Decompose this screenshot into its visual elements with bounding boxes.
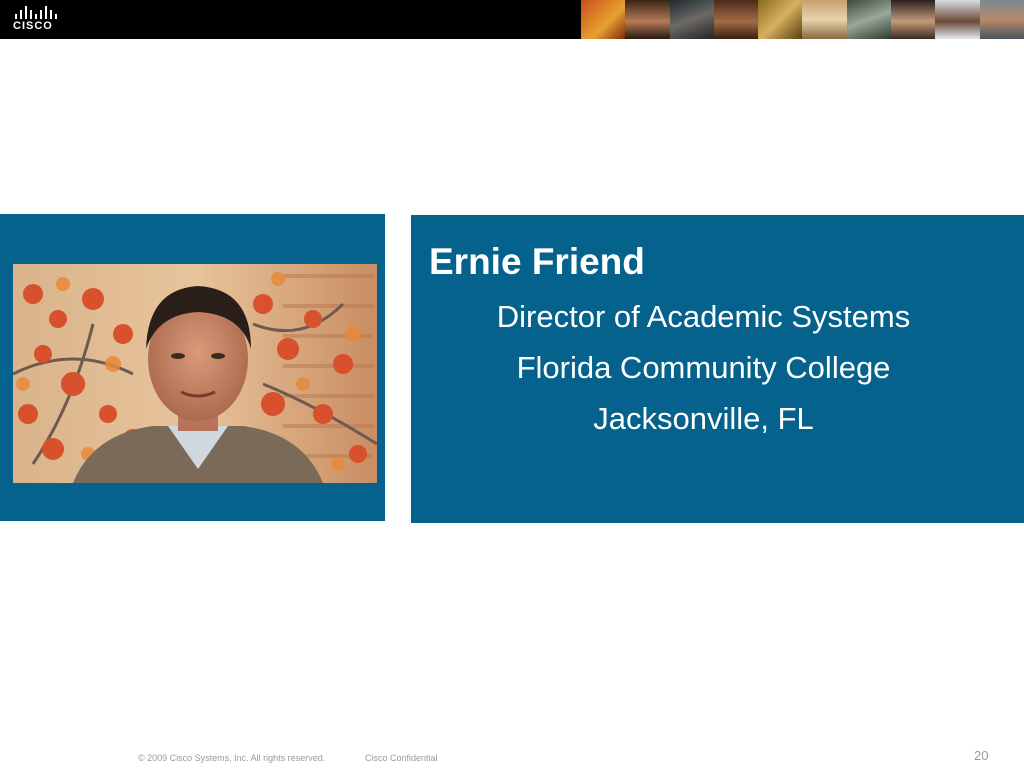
portrait-photo — [13, 264, 377, 483]
strip-photo-4 — [713, 0, 759, 39]
strip-photo-3 — [669, 0, 714, 39]
footer-confidential: Cisco Confidential — [365, 753, 438, 763]
logo-text: CISCO — [13, 20, 53, 32]
strip-photo-10 — [979, 0, 1024, 39]
cisco-logo: CISCO — [11, 6, 61, 34]
person-location: Jacksonville, FL — [593, 401, 814, 436]
strip-photo-8 — [891, 0, 936, 39]
strip-photo-5 — [758, 0, 803, 39]
strip-photo-9 — [935, 0, 980, 39]
header-photo-strip — [581, 0, 1024, 39]
strip-photo-1 — [581, 0, 626, 39]
strip-photo-6 — [802, 0, 847, 39]
page-number: 20 — [974, 748, 989, 763]
portrait-illustration — [13, 264, 377, 483]
cisco-bars-icon — [15, 6, 57, 19]
person-name: Ernie Friend — [429, 241, 645, 282]
photo-panel — [0, 214, 385, 521]
person-title: Director of Academic Systems — [496, 299, 911, 334]
footer-copyright: © 2009 Cisco Systems, Inc. All rights re… — [138, 753, 326, 763]
person-organization: Florida Community College — [516, 350, 891, 385]
header-bar: CISCO — [0, 0, 1024, 39]
strip-photo-2 — [625, 0, 670, 39]
info-panel: Ernie Friend Director of Academic System… — [411, 215, 1024, 523]
strip-photo-7 — [846, 0, 892, 39]
